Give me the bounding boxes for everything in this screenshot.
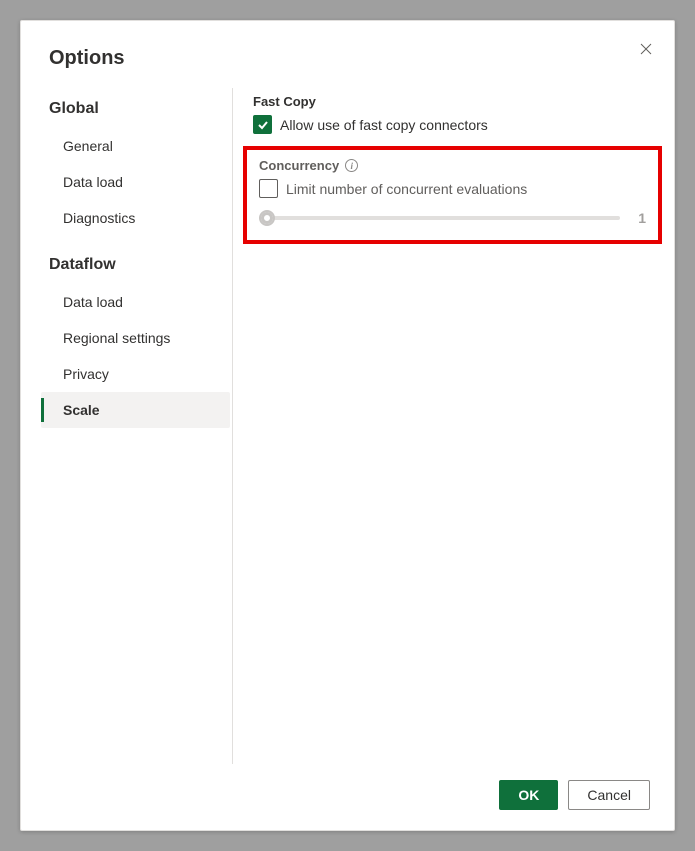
fast-copy-label: Allow use of fast copy connectors (280, 117, 488, 133)
concurrency-slider-value: 1 (632, 210, 646, 226)
sidebar-item-data-load-global[interactable]: Data load (41, 164, 230, 200)
info-icon[interactable]: i (345, 159, 358, 172)
dialog-title: Options (21, 21, 674, 88)
concurrency-slider-row: 1 (259, 210, 646, 226)
concurrency-header: Concurrency (259, 158, 339, 173)
sidebar-item-privacy[interactable]: Privacy (41, 356, 230, 392)
sidebar-item-diagnostics[interactable]: Diagnostics (41, 200, 230, 236)
options-dialog: Options Global General Data load Diagnos… (20, 20, 675, 831)
dialog-body: Global General Data load Diagnostics Dat… (21, 88, 674, 764)
sidebar-item-data-load-dataflow[interactable]: Data load (41, 284, 230, 320)
sidebar-group-dataflow: Dataflow (41, 248, 230, 284)
slider-thumb[interactable] (259, 210, 275, 226)
concurrency-slider[interactable] (259, 216, 620, 220)
concurrency-header-row: Concurrency i (259, 158, 646, 173)
close-button[interactable] (636, 39, 656, 59)
fast-copy-option[interactable]: Allow use of fast copy connectors (253, 115, 654, 134)
close-icon (640, 43, 652, 55)
sidebar-group-global: Global (41, 92, 230, 128)
concurrency-label: Limit number of concurrent evaluations (286, 181, 527, 197)
checkmark-icon (257, 119, 269, 131)
sidebar-item-regional-settings[interactable]: Regional settings (41, 320, 230, 356)
fast-copy-header: Fast Copy (253, 94, 654, 109)
sidebar: Global General Data load Diagnostics Dat… (41, 88, 233, 764)
sidebar-item-general[interactable]: General (41, 128, 230, 164)
content-pane: Fast Copy Allow use of fast copy connect… (233, 88, 674, 764)
cancel-button[interactable]: Cancel (568, 780, 650, 810)
ok-button[interactable]: OK (499, 780, 558, 810)
concurrency-option[interactable]: Limit number of concurrent evaluations (259, 179, 646, 198)
concurrency-checkbox[interactable] (259, 179, 278, 198)
fast-copy-checkbox[interactable] (253, 115, 272, 134)
dialog-footer: OK Cancel (21, 764, 674, 830)
concurrency-section-highlight: Concurrency i Limit number of concurrent… (243, 146, 662, 244)
sidebar-item-scale[interactable]: Scale (41, 392, 230, 428)
